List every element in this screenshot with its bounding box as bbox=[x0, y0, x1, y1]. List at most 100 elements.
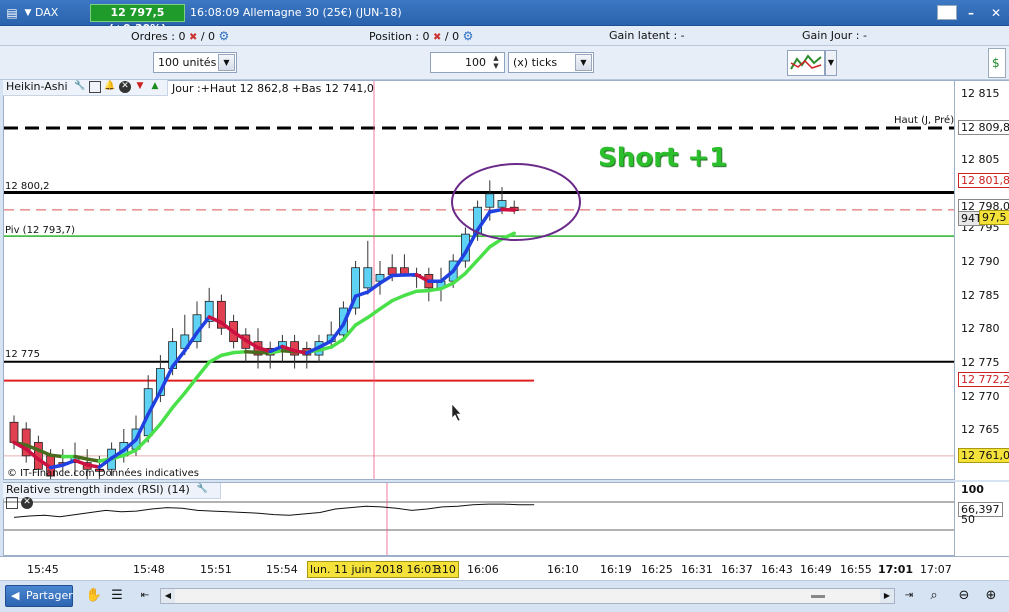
label-piv: Piv (12 793,7) bbox=[5, 225, 76, 236]
slow-ma-segment bbox=[231, 350, 248, 355]
price-chart-canvas[interactable] bbox=[4, 81, 955, 480]
scroll-left-icon[interactable]: ◀ bbox=[161, 589, 175, 603]
scroll-end-icon[interactable]: ⇥ bbox=[900, 587, 918, 605]
price-axis[interactable]: 12 815 12 805 12 795 12 790 12 785 12 78… bbox=[955, 80, 1009, 480]
share-button-label: Partager bbox=[26, 589, 73, 602]
share-button[interactable]: ◀ Partager bbox=[5, 585, 73, 607]
share-icon: ◀ bbox=[11, 589, 20, 602]
gear-icon[interactable]: ⚙ bbox=[463, 29, 474, 43]
badge-last-high: 12 801,8 bbox=[958, 173, 1009, 188]
slow-ma-segment bbox=[463, 258, 480, 276]
gain-latent: Gain latent : - bbox=[609, 29, 685, 42]
slow-ma-segment bbox=[402, 289, 419, 298]
minimize-icon[interactable]: – bbox=[962, 5, 980, 21]
slow-ma-segment bbox=[475, 245, 492, 262]
wrench-icon[interactable]: 🔧 bbox=[74, 81, 86, 93]
slow-ma-segment bbox=[414, 288, 431, 293]
position-label: Position : bbox=[369, 30, 423, 43]
time-tick: 16:25 bbox=[641, 563, 673, 576]
price-change-badge: 12 797,5 (+0,30%) bbox=[90, 4, 185, 35]
keyboard-icon[interactable] bbox=[937, 5, 957, 20]
time-tick: 16:43 bbox=[761, 563, 793, 576]
label-haut: Haut (J, Pré) bbox=[894, 115, 955, 126]
position-total: / 0 bbox=[441, 30, 460, 43]
window-icon[interactable] bbox=[89, 81, 102, 93]
scroll-start-icon[interactable]: ⇤ bbox=[136, 587, 154, 605]
rsi-axis: 100 66,397 50 bbox=[955, 482, 1009, 556]
badge-7722: 12 772,2 bbox=[958, 372, 1009, 387]
orders-total: / 0 bbox=[197, 30, 216, 43]
slow-ma-segment bbox=[195, 360, 211, 380]
heikin-ashi-header: Heikin-Ashi 🔧 🔔 ✕ ▼ ▲ bbox=[3, 80, 168, 96]
price-chart[interactable] bbox=[3, 80, 955, 480]
slow-ma-segment bbox=[48, 453, 65, 459]
zoom-fit-icon[interactable]: ⌕ bbox=[925, 587, 943, 605]
time-tick: 16:06 bbox=[467, 563, 499, 576]
close-icon[interactable]: ✕ bbox=[987, 5, 1005, 21]
list-icon[interactable]: ☰ bbox=[108, 587, 126, 605]
horizontal-scrollbar[interactable]: ◀ ▶ bbox=[160, 588, 895, 604]
short-annotation: Short +1 bbox=[598, 143, 728, 173]
ticks-quantity-input[interactable]: 100 ▲ ▼ bbox=[430, 52, 505, 73]
badge-haut: 12 809,8 bbox=[958, 120, 1009, 135]
bell-icon[interactable]: 🔔 bbox=[104, 81, 116, 93]
orders-info: Ordres : 0 ✖ / 0 ⚙ bbox=[131, 29, 229, 43]
side-panel-icon[interactable]: $ bbox=[988, 48, 1006, 78]
time-tick: 3 bbox=[434, 563, 441, 576]
zoom-out-icon[interactable]: ⊖ bbox=[955, 587, 973, 605]
time-tick: 16:31 bbox=[681, 563, 713, 576]
wrench-icon[interactable]: 🔧 bbox=[196, 484, 208, 496]
instrument-title: 16:08:09 Allemagne 30 (25€) (JUN-18) bbox=[190, 6, 402, 19]
price-tick: 12 765 bbox=[961, 423, 1000, 436]
spinner-icon[interactable]: ▲ ▼ bbox=[489, 54, 503, 71]
scrollbar-thumb[interactable] bbox=[811, 595, 825, 598]
time-tick: 17:01 bbox=[878, 563, 914, 576]
candle-body bbox=[387, 267, 397, 275]
chevron-down-icon[interactable]: ▼ bbox=[825, 50, 837, 76]
chevron-down-icon[interactable]: ▼ bbox=[218, 54, 235, 71]
price-tick: 12 790 bbox=[961, 255, 1000, 268]
window-icon[interactable] bbox=[6, 497, 18, 509]
chart-type-icon[interactable] bbox=[787, 50, 825, 76]
scroll-right-icon[interactable]: ▶ bbox=[880, 589, 894, 603]
time-axis[interactable]: 15:45 15:48 15:51 15:54 lun. 11 juin 201… bbox=[0, 556, 1009, 580]
candle-body bbox=[497, 200, 507, 208]
slow-ma-segment bbox=[427, 286, 443, 293]
stop-icon[interactable]: ✋ bbox=[85, 587, 103, 605]
day-high-low: Jour :+Haut 12 862,8 +Bas 12 741,0 bbox=[172, 82, 374, 95]
orders-label: Ordres : bbox=[131, 30, 179, 43]
sell-icon[interactable]: ▼ bbox=[134, 81, 146, 93]
rsi-header: Relative strength index (RSI) (14) 🔧 ✕ bbox=[3, 483, 221, 509]
annotation-ellipse bbox=[451, 163, 581, 241]
slow-ma-segment bbox=[353, 315, 370, 327]
fast-ma-segment bbox=[500, 207, 516, 212]
slow-ma-segment bbox=[158, 405, 175, 426]
units-select[interactable]: 100 unités ▼ bbox=[153, 52, 237, 73]
chevron-down-icon[interactable]: ▼ bbox=[575, 54, 592, 71]
badge-7610: 12 761,0 bbox=[958, 448, 1009, 463]
gear-icon[interactable]: ⚙ bbox=[219, 29, 230, 43]
fast-ma-segment bbox=[488, 207, 504, 214]
close-icon[interactable]: ✕ bbox=[119, 81, 132, 93]
price-tick: 12 815 bbox=[961, 87, 1000, 100]
rsi-tick-100: 100 bbox=[961, 483, 984, 496]
slow-ma-segment bbox=[244, 350, 260, 355]
slow-ma-segment bbox=[390, 293, 407, 303]
fast-ma-segment bbox=[85, 463, 102, 469]
badge-last-price: 97,5 bbox=[979, 210, 1009, 225]
buy-icon[interactable]: ▲ bbox=[149, 81, 161, 93]
slow-ma-segment bbox=[170, 391, 187, 410]
price-tick: 12 780 bbox=[961, 322, 1000, 335]
mouse-cursor-icon bbox=[451, 403, 462, 422]
time-tick: 16:55 bbox=[840, 563, 872, 576]
zoom-in-icon[interactable]: ⊕ bbox=[982, 587, 1000, 605]
time-tick: 17:07 bbox=[920, 563, 952, 576]
account-info-bar: Ordres : 0 ✖ / 0 ⚙ Position : 0 ✖ / 0 ⚙ … bbox=[0, 26, 1009, 46]
ticks-select[interactable]: (x) ticks ▼ bbox=[508, 52, 594, 73]
close-icon[interactable]: ✕ bbox=[21, 497, 33, 509]
candle-body bbox=[485, 193, 495, 208]
title-bar: ▤ ▼ DAX 12 797,5 (+0,30%) 16:08:09 Allem… bbox=[0, 0, 1009, 35]
slow-ma-segment bbox=[85, 457, 102, 463]
symbol-name: DAX bbox=[35, 6, 59, 19]
heikin-ashi-label: Heikin-Ashi bbox=[6, 80, 68, 93]
